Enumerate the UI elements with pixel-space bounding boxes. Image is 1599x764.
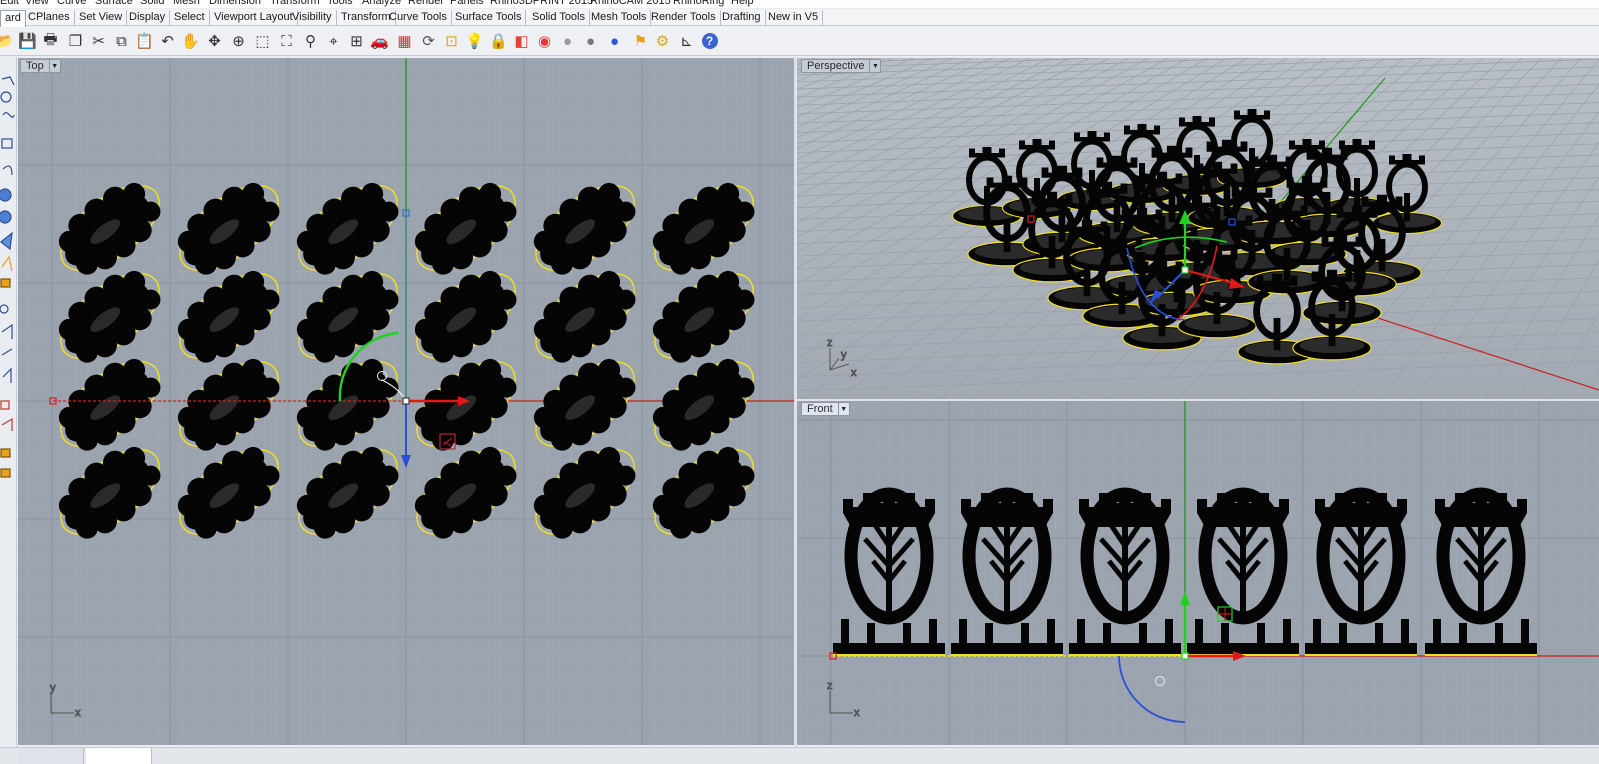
rhino-window: Edit View Curve Surface Solid Mesh Dimension Tr… [0,0,1599,764]
viewport-title-perspective[interactable]: Perspective ▼ [801,59,882,73]
lock-icon[interactable]: 🔒 [488,30,509,52]
menu-item[interactable]: Edit [0,0,19,7]
viewport-tab[interactable] [18,748,84,764]
shaded-sphere-icon[interactable]: ● [557,30,578,52]
object-snap-icon[interactable]: ⊡ [441,30,462,52]
menu-item[interactable]: Help [731,0,754,7]
chevron-down-icon[interactable]: ▼ [837,403,849,415]
zoom-target-icon[interactable]: ⌖ [323,30,344,52]
viewport-divider-horizontal[interactable] [797,399,1599,401]
copy-icon[interactable]: ⧉ [111,30,132,52]
viewport-label: Top [26,60,44,72]
toolbar-tab[interactable]: CPlanes [24,10,75,26]
menu-item[interactable]: RhinoRing [673,0,724,7]
print-icon[interactable]: 🖶 [40,30,61,52]
menu-item[interactable]: Transform [270,0,320,7]
cut-icon[interactable]: ✂ [88,30,109,52]
layer-icon[interactable]: ◧ [511,30,532,52]
axis-label-y: y [50,682,56,694]
toolbar-tab[interactable]: ard [0,10,26,27]
viewport-label: Front [807,403,833,415]
toolbar-tab[interactable]: Viewport Layout [210,10,298,26]
grid-icon[interactable]: ▦ [394,30,415,52]
copy-file-icon[interactable]: ❐ [65,30,86,52]
toolbar-tab[interactable]: New in V5 [764,10,824,26]
viewport-title-front[interactable]: Front ▼ [801,402,850,416]
menu-item[interactable]: Solid [140,0,164,7]
perspective-viewport-canvas[interactable]: zyx [797,58,1599,399]
viewport-tab[interactable] [86,748,152,764]
zoom-all-icon[interactable]: ⛶ [276,30,297,52]
menu-item[interactable]: Surface [95,0,133,7]
menu-item[interactable]: Curve [57,0,86,7]
undo-icon[interactable]: ↶ [157,30,178,52]
menu-item[interactable]: View [25,0,49,7]
toolbar-tab[interactable]: Surface Tools [451,10,527,26]
zoom-selected-icon[interactable]: ⚲ [300,30,321,52]
save-icon[interactable]: 💾 [17,30,38,52]
menu-bar: Edit View Curve Surface Solid Mesh Dimension Tr… [0,0,1599,8]
rotate-view-icon[interactable]: ⟳ [418,30,439,52]
axis-label-x: x [75,707,81,719]
axis-label-x: x [851,367,857,379]
toolbar-tab[interactable]: Render Tools [647,10,721,26]
viewport-title-top[interactable]: Top ▼ [20,59,61,73]
toolbar-tab[interactable]: Display [125,10,171,26]
four-viewports-icon[interactable]: ⊞ [346,30,367,52]
front-viewport-canvas[interactable]: zx [797,401,1599,745]
pan-icon[interactable]: ✋ [180,30,201,52]
open-icon[interactable]: 📂 [0,30,15,52]
toolbar-tab[interactable]: Drafting [718,10,766,26]
gear-icon[interactable]: ⚙ [652,30,673,52]
viewport-label: Perspective [807,60,865,72]
menu-item[interactable]: Tools [327,0,353,7]
menu-item[interactable]: RhinoCAM 2015 [590,0,671,7]
menu-item[interactable]: Mesh [173,0,200,7]
zoom-window-icon[interactable]: ⬚ [252,30,273,52]
menu-item[interactable]: Analyze [362,0,401,7]
axis-label-y: y [841,349,847,361]
toolbar-tab[interactable]: Visibility [288,10,337,26]
perspective-viewport[interactable]: zyx Perspective ▼ [797,58,1599,399]
top-viewport-canvas[interactable]: yx [18,58,794,745]
light-bulb-icon[interactable]: 💡 [464,30,485,52]
chevron-down-icon[interactable]: ▼ [48,60,60,72]
axis-label-z: z [827,680,833,692]
rendered-sphere-icon[interactable]: ● [580,30,601,52]
toolbar-tab[interactable]: Mesh Tools [587,10,652,26]
paste-icon[interactable]: 📋 [134,30,155,52]
axis-label-x: x [854,707,860,719]
menu-item[interactable]: Panels [450,0,484,7]
toolbar-tabs: ard CPlanes Set View Display Select Viewport … [0,9,1599,27]
color-wheel-icon[interactable]: ◉ [534,30,555,52]
select-filter-icon[interactable]: ⚑ [630,30,651,52]
toolbar-tab[interactable]: Solid Tools [528,10,590,26]
toolbar-tab[interactable]: Set View [75,10,128,26]
car-icon[interactable]: 🚗 [369,30,390,52]
menu-item[interactable]: Render [408,0,444,7]
menu-item[interactable]: Rhino3DPRINT 2015 [490,0,593,7]
zoom-in-icon[interactable]: ⊕ [228,30,249,52]
left-toolbar [0,57,17,747]
viewport-tabs-bar [0,747,1599,764]
axis-label-z: z [827,337,833,349]
viewport-divider-vertical[interactable] [794,57,797,747]
menu-item[interactable]: Dimension [209,0,261,7]
toolbar-tab[interactable]: Select [170,10,210,26]
dimension-icon[interactable]: ⊾ [676,30,697,52]
toolbar-tab[interactable]: Curve Tools [385,10,452,26]
help-icon[interactable]: ? [699,30,720,52]
zoom-extents-icon[interactable]: ✥ [204,30,225,52]
chevron-down-icon[interactable]: ▼ [869,60,880,72]
front-viewport[interactable]: zx Front ▼ [797,401,1599,745]
render-icon[interactable]: ● [604,30,625,52]
standard-toolbar: 📂 💾 🖶 ❐ ✂ ⧉ 📋 ↶ ✋ ✥ ⊕ ⬚ ⛶ ⚲ ⌖ ⊞ 🚗 ▦ ⟳ ⊡ 💡 🔒 ◧ ◉ ● ● ● ⚑ ⚙ ⊾? [0,27,1599,56]
top-viewport[interactable]: yx Top ▼ [18,58,794,745]
